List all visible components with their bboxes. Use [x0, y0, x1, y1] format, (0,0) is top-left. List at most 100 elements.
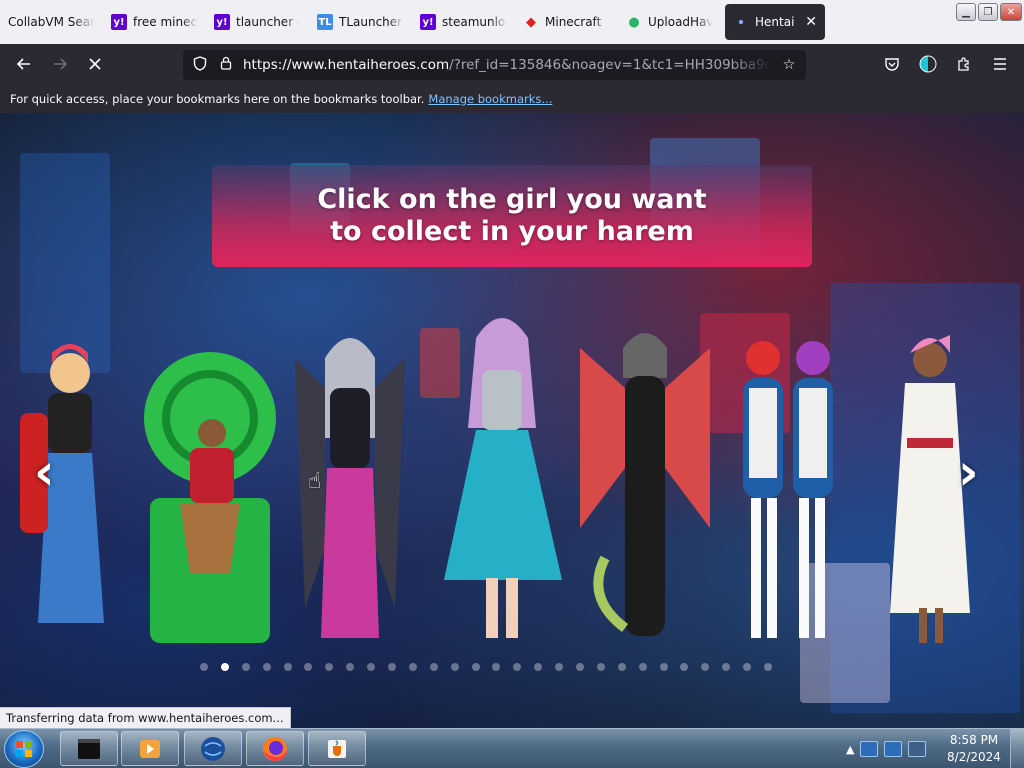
minimize-window-button[interactable]: ▁	[956, 3, 976, 21]
tab-tlauncher-search[interactable]: y! tlauncher - Yahoo	[206, 4, 309, 40]
character-2[interactable]	[140, 348, 280, 648]
tray-display-icon[interactable]	[884, 741, 903, 757]
page-content: Click on the girl you want to collect in…	[0, 113, 1024, 728]
carousel-dot[interactable]	[596, 663, 605, 671]
carousel-pagination	[200, 661, 790, 673]
carousel-dot[interactable]	[367, 663, 376, 671]
carousel-dot[interactable]	[283, 663, 292, 671]
carousel-dot[interactable]	[346, 663, 355, 671]
back-arrow-icon	[16, 58, 30, 70]
carousel-dot[interactable]	[534, 663, 543, 671]
puzzle-icon	[958, 57, 969, 71]
minecraft-icon: ◆	[526, 14, 536, 30]
tab-label: UploadHaven	[648, 15, 713, 29]
taskbar-app-java[interactable]	[308, 731, 366, 766]
taskbar-app-media-player[interactable]	[121, 731, 179, 766]
character-5[interactable]	[575, 318, 715, 648]
account-button[interactable]	[914, 50, 942, 78]
start-button[interactable]	[4, 730, 44, 768]
close-window-button[interactable]: ✕	[1000, 3, 1022, 21]
tab-label: steamunlocked	[442, 15, 507, 29]
carousel-dot[interactable]	[262, 663, 271, 671]
carousel-dot[interactable]	[220, 663, 229, 671]
carousel-dot[interactable]	[659, 663, 668, 671]
url-text[interactable]: https://www.hentaiheroes.com/?ref_id=135…	[243, 57, 772, 73]
status-tooltip: Transferring data from www.hentaiheroes.…	[0, 707, 291, 729]
tab-collabvm-search[interactable]: CollabVM Search	[0, 4, 103, 40]
carousel-dot[interactable]	[200, 663, 208, 671]
carousel-dot[interactable]	[576, 663, 585, 671]
tab-label: tlauncher - Yahoo	[236, 15, 301, 29]
tab-label: CollabVM Search	[8, 15, 95, 29]
character-6[interactable]	[725, 328, 850, 648]
globe-icon	[201, 736, 225, 761]
tab-label: free minecraft	[133, 15, 198, 29]
character-4[interactable]	[440, 308, 565, 648]
carousel-dot[interactable]	[680, 663, 689, 671]
stop-loading-button[interactable]	[81, 50, 109, 78]
carousel-dot[interactable]	[408, 663, 417, 671]
bookmark-star-icon[interactable]: ☆	[780, 57, 798, 73]
carousel-dot[interactable]	[722, 663, 731, 671]
shield-icon[interactable]	[191, 55, 209, 75]
carousel-dot[interactable]	[241, 663, 250, 671]
carousel-next-button[interactable]: ›	[958, 443, 979, 501]
tab-free-minecraft[interactable]: y! free minecraft	[103, 4, 206, 40]
forward-button[interactable]	[46, 50, 74, 78]
banner-text: Click on the girl you want to collect in…	[317, 184, 707, 247]
taskbar-app-firefox[interactable]	[246, 731, 304, 766]
carousel-dot[interactable]	[388, 663, 397, 671]
carousel-dot[interactable]	[450, 663, 459, 671]
url-bar[interactable]: https://www.hentaiheroes.com/?ref_id=135…	[183, 50, 806, 80]
carousel-dot[interactable]	[617, 663, 626, 671]
taskbar-app-terminal[interactable]	[60, 731, 118, 766]
uploadhaven-icon: ●	[628, 14, 640, 30]
tab-tlauncher[interactable]: TL TLauncher	[309, 4, 412, 40]
tray-shield-icon[interactable]	[860, 741, 879, 757]
character-3[interactable]	[285, 318, 415, 648]
carousel-dot[interactable]	[701, 663, 710, 671]
close-tab-icon[interactable]: ✕	[805, 14, 817, 30]
windows-taskbar: ▲ 8:58 PM 8/2/2024	[0, 728, 1024, 768]
tray-network-icon[interactable]	[908, 741, 927, 757]
taskbar-clock[interactable]: 8:58 PM 8/2/2024	[944, 732, 1004, 766]
menu-button[interactable]	[986, 50, 1014, 78]
carousel-dot[interactable]	[492, 663, 501, 671]
manage-bookmarks-link[interactable]: Manage bookmarks...	[428, 92, 552, 106]
carousel-prev-button[interactable]: ‹	[34, 443, 55, 501]
clock-date: 8/2/2024	[947, 750, 1001, 764]
windows-logo-icon	[16, 741, 32, 757]
tab-minecraft[interactable]: ◆ Minecraft	[515, 4, 618, 40]
carousel-dot[interactable]	[325, 663, 334, 671]
tab-steamunlocked[interactable]: y! steamunlocked	[412, 4, 515, 40]
clock-time: 8:58 PM	[949, 733, 999, 747]
carousel-dot[interactable]	[513, 663, 522, 671]
yahoo-icon: y!	[420, 14, 436, 30]
carousel-dot[interactable]	[638, 663, 647, 671]
back-button[interactable]	[10, 50, 38, 78]
character-1[interactable]	[10, 333, 130, 648]
carousel-dot[interactable]	[555, 663, 564, 671]
chevron-left-icon: ‹	[34, 443, 55, 501]
show-hidden-icons-icon[interactable]: ▲	[846, 743, 854, 756]
media-player-icon	[140, 739, 160, 758]
carousel-dot[interactable]	[764, 663, 773, 671]
carousel-dot[interactable]	[429, 663, 438, 671]
tab-uploadhaven[interactable]: ● UploadHaven	[618, 4, 721, 40]
tab-label: Hentai Heroes	[755, 15, 799, 29]
tab-hentai-heroes[interactable]: Hentai Heroes ✕	[725, 4, 825, 40]
instruction-banner: Click on the girl you want to collect in…	[212, 165, 812, 267]
tab-label: Minecraft	[545, 15, 602, 29]
carousel-dot[interactable]	[304, 663, 313, 671]
pocket-button[interactable]	[878, 50, 906, 78]
carousel-dot[interactable]	[743, 663, 752, 671]
extensions-button[interactable]	[950, 50, 978, 78]
lock-icon[interactable]	[217, 56, 235, 74]
carousel-dot[interactable]	[471, 663, 480, 671]
show-desktop-button[interactable]	[1010, 729, 1024, 768]
tab-strip: CollabVM Search y! free minecraft y! tla…	[0, 0, 1024, 44]
loading-icon	[733, 14, 749, 30]
taskbar-app-globe[interactable]	[184, 731, 242, 766]
url-path: /?ref_id=135846&noagev=1&tc1=HH309bba9c4…	[449, 57, 772, 73]
restore-window-button[interactable]: ❐	[978, 3, 998, 21]
